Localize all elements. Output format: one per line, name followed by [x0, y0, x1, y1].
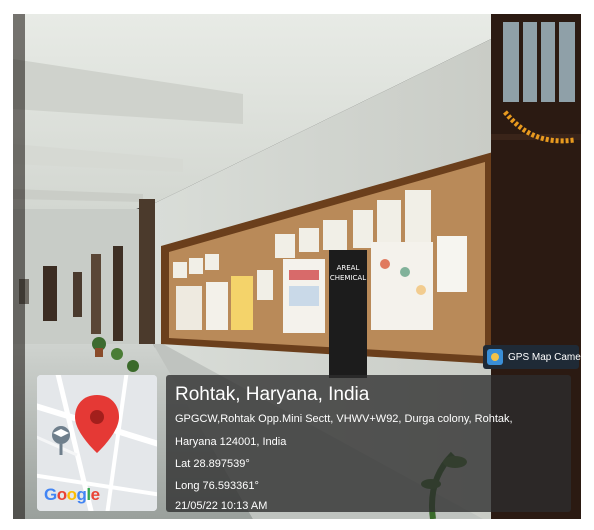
- longitude: Long 76.593361°: [175, 480, 259, 492]
- gps-badge-label: GPS Map Camera: [508, 351, 581, 363]
- gps-camera-icon: [487, 349, 503, 365]
- gps-map-camera-badge: GPS Map Camera: [483, 345, 581, 369]
- timestamp: 21/05/22 10:13 AM: [175, 500, 268, 512]
- far-corridor: [13, 209, 153, 349]
- google-logo: Google: [44, 485, 100, 504]
- poster-text-1: AREAL: [337, 264, 360, 272]
- location-info-card: Rohtak, Haryana, India GPGCW,Rohtak Opp.…: [166, 375, 571, 512]
- address-line-2: Haryana 124001, India: [175, 436, 287, 448]
- location-title: Rohtak, Haryana, India: [175, 384, 370, 405]
- poster-text-2: CHEMICAL: [330, 274, 366, 282]
- address-line-1: GPGCW,Rohtak Opp.Mini Sectt, VHWV+W92, D…: [175, 413, 513, 425]
- map-thumbnail: Google: [37, 375, 157, 511]
- latitude: Lat 28.897539°: [175, 458, 250, 470]
- photo-frame: AREAL CHEMICAL GPS Map Camera: [13, 14, 581, 519]
